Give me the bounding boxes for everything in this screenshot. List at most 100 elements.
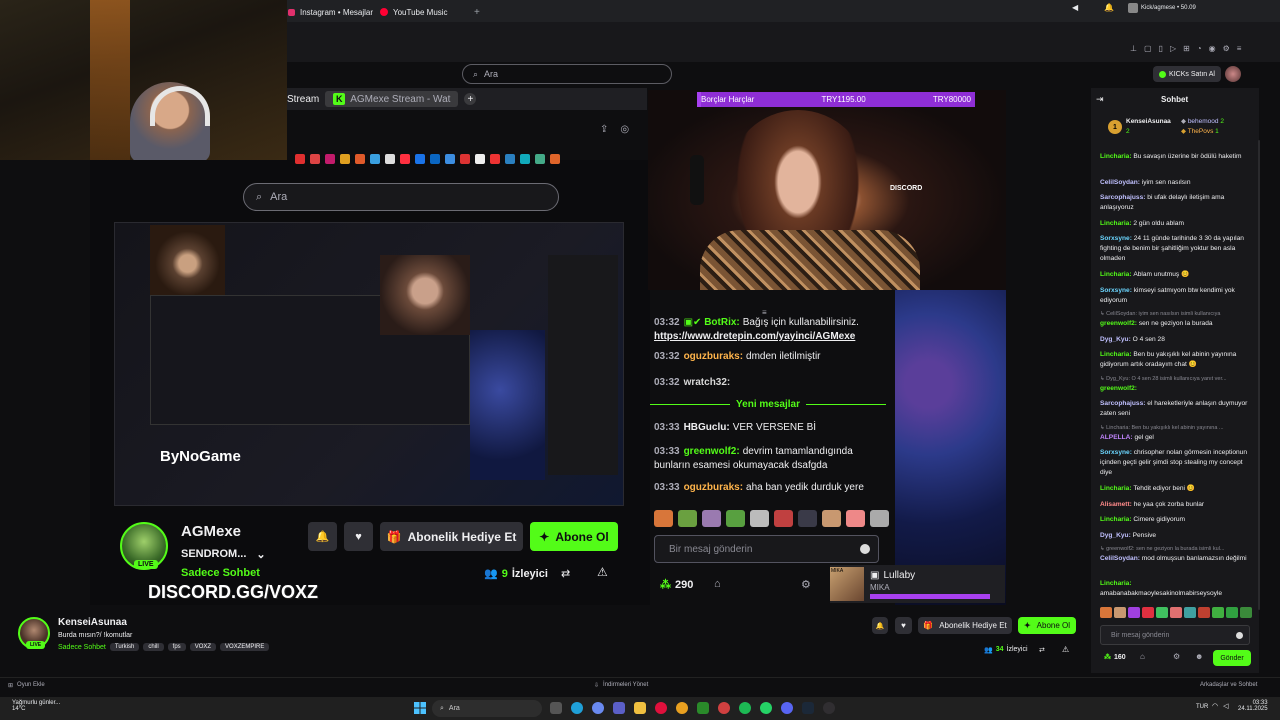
play-icon[interactable]: ▷ (1170, 44, 1176, 53)
store-icon[interactable]: ⌂ (1140, 652, 1145, 661)
chrome-icon[interactable] (676, 702, 688, 714)
windows-start-icon[interactable] (414, 702, 426, 714)
task-view-icon[interactable] (550, 702, 562, 714)
tag[interactable]: Turkish (109, 643, 140, 651)
reply-preview[interactable]: ↳ CelilSoydan: iyim sen nasılsın isimli … (1100, 309, 1250, 319)
emote-icon[interactable] (774, 510, 793, 527)
downloads-button[interactable]: ⇩ İndirmeleri Yönet (594, 682, 648, 689)
teams-icon[interactable] (613, 702, 625, 714)
chat-username[interactable]: Sarcophajuss: (1100, 400, 1147, 407)
reply-preview[interactable]: ↳ greenwolf2: sen ne geziyon la burada i… (1100, 544, 1250, 554)
pin-icon[interactable]: ⊥ (1130, 44, 1137, 53)
clock[interactable]: 03:33 24.11.2025 (1238, 700, 1268, 712)
search-bar[interactable]: ⌕ Ara (462, 64, 672, 84)
notify-button[interactable]: 🔔 (872, 617, 888, 634)
volume-icon[interactable]: ◁ (1223, 702, 1228, 710)
emote-icon[interactable] (1142, 607, 1154, 618)
chat-username[interactable]: CelilSoydan: (1100, 179, 1142, 186)
overlay-chat-input[interactable]: Bir mesaj gönderin (654, 535, 879, 563)
message-username[interactable]: BotRix: (704, 317, 740, 328)
emote-icon[interactable] (1114, 607, 1126, 618)
emote-icon[interactable] (1212, 607, 1224, 618)
settings-icon[interactable]: ⚙ (801, 578, 811, 591)
emote-icon[interactable] (750, 510, 769, 527)
tab-youtube-music[interactable]: YouTube Music (372, 2, 456, 22)
chat-username[interactable]: ALPELLA: (1100, 434, 1134, 441)
chat-username[interactable]: Dyg_Kyu: (1100, 336, 1133, 343)
spotify-icon[interactable] (739, 702, 751, 714)
copilot-icon[interactable] (592, 702, 604, 714)
menu-icon[interactable]: ≡ (1237, 44, 1242, 53)
stream-category[interactable]: Sadece Sohbet (58, 644, 106, 651)
emoji-icon[interactable] (860, 544, 870, 554)
settings-icon[interactable]: ⚙ (1223, 44, 1230, 53)
new-tab-button[interactable]: + (466, 2, 488, 22)
user-avatar[interactable] (1225, 66, 1241, 82)
chat-input[interactable]: Bir mesaj gönderin (1100, 625, 1250, 645)
chat-username[interactable]: greenwolf2: (1100, 385, 1137, 392)
gift-sub-button[interactable]: 🎁 Abonelik Hediye Et (918, 617, 1012, 634)
chat-username[interactable]: Lincharia: (1100, 485, 1133, 492)
steam-icon[interactable] (802, 702, 814, 714)
language-indicator[interactable]: TUR (1196, 704, 1208, 710)
profile-chip[interactable]: Kick/agmese • 50.09 (1128, 3, 1196, 13)
emote-icon[interactable] (798, 510, 817, 527)
chat-username[interactable]: Lincharia: (1100, 351, 1133, 358)
emote-icon[interactable] (1128, 607, 1140, 618)
chat-username[interactable]: Lincharia: (1100, 153, 1133, 160)
overlay-points[interactable]: ⁂ 290 (660, 578, 693, 592)
kicks-buy-button[interactable]: KICKs Satın Al (1153, 66, 1221, 82)
pinned-user[interactable]: KenseiAsunaa (1126, 118, 1171, 125)
tag[interactable]: VOXZ (189, 643, 217, 651)
emote-icon[interactable] (1184, 607, 1196, 618)
add-game-button[interactable]: ⊞ Oyun Ekle (8, 682, 45, 689)
chat-username[interactable]: Lincharia: (1100, 580, 1132, 587)
chat-username[interactable]: CelilSoydan: (1100, 555, 1142, 562)
chat-username[interactable]: Sorxsyne: (1100, 449, 1134, 456)
edge-icon[interactable] (571, 702, 583, 714)
emote-icon[interactable] (1226, 607, 1238, 618)
reply-preview[interactable]: ↳ Lincharia: Ben bu yakışıklı kel abinin… (1100, 423, 1250, 433)
emote-icon[interactable] (1170, 607, 1182, 618)
message-link[interactable]: https://www.dretepin.com/yayinci/AGMexe (654, 331, 855, 342)
chat-username[interactable]: Sorxsyne: (1100, 235, 1134, 242)
chat-username[interactable]: Lincharia: (1100, 516, 1133, 523)
file-explorer-icon[interactable] (634, 702, 646, 714)
send-button[interactable]: Gönder (1213, 650, 1251, 666)
chat-username[interactable]: Alisamett: (1100, 501, 1134, 508)
emote-icon[interactable] (822, 510, 841, 527)
message-username[interactable]: oguzburaks: (684, 482, 743, 493)
report-icon[interactable]: ⚠ (1062, 645, 1069, 654)
opera-gx-icon[interactable] (655, 702, 667, 714)
leader-name[interactable]: behemood (1188, 118, 1219, 125)
message-username[interactable]: oguzburaks: (684, 351, 743, 362)
whatsapp-icon[interactable] (760, 702, 772, 714)
emote-icon[interactable] (870, 510, 889, 527)
emote-icon[interactable] (1156, 607, 1168, 618)
tag[interactable]: VOXZEMPIRE (220, 643, 270, 651)
chat-username[interactable]: Lincharia: (1100, 220, 1133, 227)
chat-scrollbar[interactable] (1258, 140, 1260, 610)
collapse-chat-icon[interactable]: ⇥ (1096, 94, 1104, 105)
emote-icon[interactable] (1240, 607, 1252, 618)
chat-username[interactable]: Sorxsyne: (1100, 287, 1134, 294)
follow-button[interactable]: ♥ (895, 617, 912, 634)
app-icon[interactable] (718, 702, 730, 714)
emote-icon[interactable] (846, 510, 865, 527)
bell-icon[interactable]: 🔔 (1104, 3, 1114, 12)
chat-points[interactable]: ⁂ 160 (1104, 653, 1126, 662)
emote-picker-icon[interactable]: ☻ (1195, 652, 1203, 661)
emote-icon[interactable] (654, 510, 673, 527)
chat-username[interactable]: greenwolf2: (1100, 320, 1139, 327)
tag[interactable]: fps (167, 643, 186, 651)
bookmark-icon[interactable]: ▯ (1159, 44, 1163, 53)
mute-icon[interactable]: ◀ (1072, 3, 1086, 17)
message-username[interactable]: wratch32: (684, 377, 731, 388)
discord-icon[interactable] (781, 702, 793, 714)
store-icon[interactable]: ⌂ (714, 578, 721, 590)
friends-chat-button[interactable]: Arkadaşlar ve Sohbet (1200, 682, 1257, 688)
emote-icon[interactable] (1100, 607, 1112, 618)
chat-icon[interactable]: ◔ (1197, 44, 1202, 53)
chat-username[interactable]: Lincharia: (1100, 271, 1133, 278)
emoji-icon[interactable] (1236, 631, 1243, 639)
